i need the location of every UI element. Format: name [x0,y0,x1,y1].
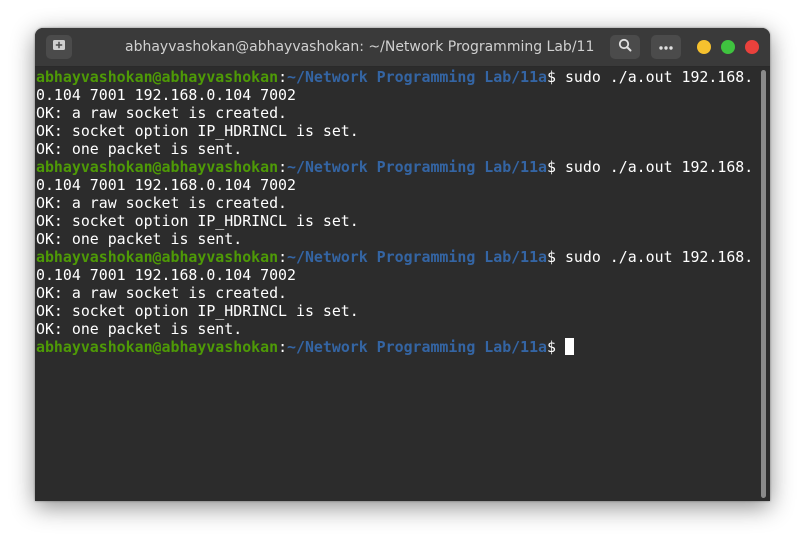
command-text: sudo ./a.out 192.168. [564,68,754,86]
output-text: 0.104 7001 192.168.0.104 7002 [36,266,296,284]
output-text: OK: socket option IP_HDRINCL is set. [36,122,359,140]
title-bar[interactable]: abhayvashokan@abhayvashokan: ~/Network P… [35,28,770,67]
output-text: OK: socket option IP_HDRINCL is set. [36,302,359,320]
prompt-colon: : [278,68,288,86]
output-line: 0.104 7001 192.168.0.104 7002 [36,266,756,284]
output-line: 0.104 7001 192.168.0.104 7002 [36,86,756,104]
search-button[interactable] [610,35,640,59]
output-line: OK: one packet is sent. [36,140,756,158]
prompt-colon: : [278,338,288,356]
output-line: OK: a raw socket is created. [36,104,756,122]
minimize-button[interactable] [697,40,711,54]
prompt-colon: : [278,248,288,266]
output-text: 0.104 7001 192.168.0.104 7002 [36,176,296,194]
prompt-line: abhayvashokan@abhayvashokan:~/Network Pr… [36,68,756,86]
output-line: OK: socket option IP_HDRINCL is set. [36,302,756,320]
output-line: OK: socket option IP_HDRINCL is set. [36,122,756,140]
output-line: OK: one packet is sent. [36,230,756,248]
scrollbar[interactable] [761,70,766,498]
prompt-dollar: $ [547,338,565,356]
text-cursor [564,338,574,355]
prompt-line: abhayvashokan@abhayvashokan:~/Network Pr… [36,158,756,176]
output-text: OK: a raw socket is created. [36,194,288,212]
command-text: sudo ./a.out 192.168. [564,158,754,176]
prompt-user-host: abhayvashokan@abhayvashokan [36,338,279,356]
menu-button[interactable] [651,35,681,59]
output-text: OK: socket option IP_HDRINCL is set. [36,212,359,230]
prompt-line: abhayvashokan@abhayvashokan:~/Network Pr… [36,338,756,356]
window-title: abhayvashokan@abhayvashokan: ~/Network P… [125,39,595,55]
prompt-line: abhayvashokan@abhayvashokan:~/Network Pr… [36,248,756,266]
output-line: OK: a raw socket is created. [36,194,756,212]
prompt-colon: : [278,158,288,176]
terminal-output: abhayvashokan@abhayvashokan:~/Network Pr… [36,68,756,356]
output-text: OK: one packet is sent. [36,140,243,158]
output-text: 0.104 7001 192.168.0.104 7002 [36,86,296,104]
prompt-user-host: abhayvashokan@abhayvashokan [36,68,279,86]
maximize-button[interactable] [721,40,735,54]
prompt-path: ~/Network Programming Lab/11a [287,338,548,356]
prompt-dollar: $ [547,248,565,266]
output-line: OK: socket option IP_HDRINCL is set. [36,212,756,230]
output-text: OK: one packet is sent. [36,320,243,338]
search-icon [618,38,632,57]
prompt-dollar: $ [547,158,565,176]
prompt-path: ~/Network Programming Lab/11a [287,68,548,86]
command-text: sudo ./a.out 192.168. [564,248,754,266]
output-line: OK: one packet is sent. [36,320,756,338]
prompt-path: ~/Network Programming Lab/11a [287,248,548,266]
menu-icon [658,38,674,56]
output-text: OK: one packet is sent. [36,230,243,248]
terminal-window: abhayvashokan@abhayvashokan: ~/Network P… [35,28,770,501]
terminal-area[interactable]: abhayvashokan@abhayvashokan:~/Network Pr… [35,67,770,501]
prompt-path: ~/Network Programming Lab/11a [287,158,548,176]
prompt-dollar: $ [547,68,565,86]
prompt-user-host: abhayvashokan@abhayvashokan [36,248,279,266]
output-text: OK: a raw socket is created. [36,284,288,302]
output-text: OK: a raw socket is created. [36,104,288,122]
output-line: OK: a raw socket is created. [36,284,756,302]
prompt-user-host: abhayvashokan@abhayvashokan [36,158,279,176]
new-tab-button[interactable] [46,35,72,59]
close-button[interactable] [745,40,759,54]
output-line: 0.104 7001 192.168.0.104 7002 [36,176,756,194]
new-tab-icon [52,38,66,56]
